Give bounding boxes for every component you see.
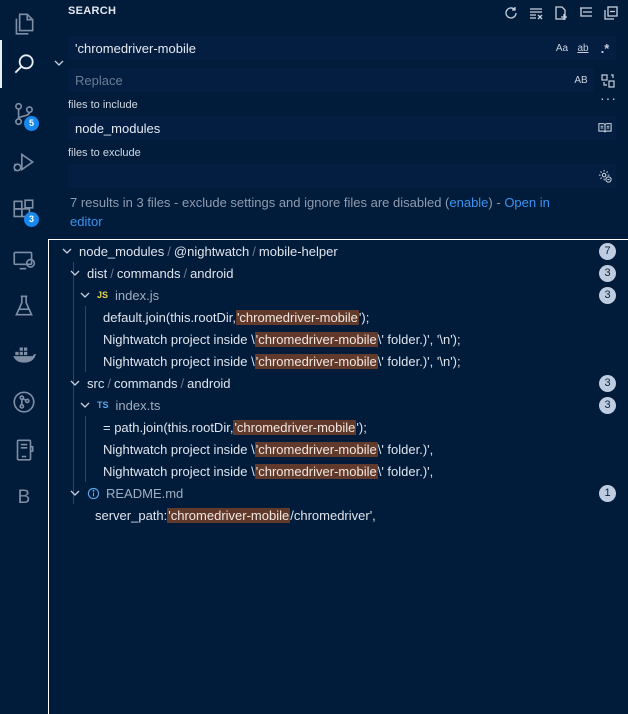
scm-badge: 5 <box>24 116 39 131</box>
docker-button[interactable] <box>0 330 48 378</box>
match-count-badge: 7 <box>599 243 616 260</box>
search-panel: SEARCH 'chromedriver-mobile Aa ab .* Rep… <box>48 0 628 714</box>
include-input[interactable] <box>69 117 589 139</box>
match-highlight: 'chromedriver-mobile <box>233 419 357 435</box>
testing-button[interactable] <box>0 282 48 330</box>
preserve-case-button[interactable]: AB <box>571 71 591 89</box>
typescript-file-icon: TS <box>97 400 109 410</box>
toggle-replace-button[interactable] <box>52 56 66 70</box>
tree-folder-src[interactable]: src / commands / android 3 <box>49 372 628 394</box>
gear-exclude-icon <box>598 169 612 183</box>
chevron-down-icon <box>69 267 81 279</box>
use-exclude-settings-button[interactable] <box>595 167 615 185</box>
replace-field: AB <box>68 68 594 92</box>
match-case-button[interactable]: Aa <box>552 39 572 57</box>
collapse-all-button[interactable] <box>601 3 620 22</box>
replace-all-icon <box>600 73 615 88</box>
search-button[interactable] <box>0 40 48 88</box>
remote-explorer-icon <box>13 251 36 270</box>
source-control-button[interactable]: 5 <box>0 90 48 138</box>
tree-file-index-ts[interactable]: TS index.ts 3 <box>49 394 628 416</box>
search-input[interactable] <box>69 37 539 59</box>
match-count-badge: 3 <box>599 287 616 304</box>
clear-results-button[interactable] <box>526 3 545 22</box>
device-button[interactable] <box>0 426 48 474</box>
git-graph-button[interactable] <box>0 378 48 426</box>
new-search-editor-button[interactable] <box>551 3 570 22</box>
exclude-input[interactable] <box>69 165 589 187</box>
match-highlight: 'chromedriver-mobile <box>254 441 378 457</box>
search-match-row[interactable]: Nightwatch project inside \'chromedriver… <box>49 350 628 372</box>
refresh-icon <box>504 6 517 19</box>
javascript-file-icon: JS <box>97 290 109 300</box>
chevron-down-icon <box>79 289 91 301</box>
chevron-down-icon <box>69 377 81 389</box>
b-extension-button[interactable]: B <box>0 474 48 522</box>
replace-all-button[interactable] <box>598 71 617 90</box>
view-as-tree-button[interactable] <box>576 3 595 22</box>
tree-file-readme[interactable]: README.md 1 <box>49 482 628 504</box>
replace-input[interactable] <box>69 69 549 91</box>
remote-explorer-button[interactable] <box>0 236 48 284</box>
refresh-button[interactable] <box>501 3 520 22</box>
search-match-row[interactable]: default.join(this.rootDir, 'chromedriver… <box>49 306 628 328</box>
search-match-row[interactable]: Nightwatch project inside \'chromedriver… <box>49 328 628 350</box>
search-match-row[interactable]: Nightwatch project inside \'chromedriver… <box>49 438 628 460</box>
book-icon <box>598 123 612 133</box>
files-icon <box>15 13 34 35</box>
tree-folder-root[interactable]: node_modules / @nightwatch / mobile-helper 7 <box>49 240 628 262</box>
b-letter-icon: B <box>17 487 31 508</box>
chevron-down-icon <box>54 60 64 66</box>
results-summary: 7 results in 3 files - exclude settings … <box>70 193 610 231</box>
flask-icon <box>15 295 33 316</box>
match-highlight: 'chromedriver-mobile <box>167 507 291 523</box>
new-file-icon <box>554 5 567 20</box>
extensions-button[interactable]: 3 <box>0 186 48 234</box>
include-field <box>68 116 616 140</box>
match-count-badge: 1 <box>599 485 616 502</box>
summary-text: 7 results in 3 files - exclude settings … <box>70 195 450 210</box>
match-highlight: 'chromedriver-mobile <box>254 331 378 347</box>
results-tree: node_modules / @nightwatch / mobile-helper 7… <box>48 239 628 714</box>
search-open-editors-button[interactable] <box>595 119 615 137</box>
exclude-field <box>68 164 616 188</box>
panel-actions <box>501 3 620 22</box>
search-match-row[interactable]: Nightwatch project inside \'chromedriver… <box>49 460 628 482</box>
info-icon <box>87 487 100 500</box>
chevron-down-icon <box>69 487 81 499</box>
use-regex-button[interactable]: .* <box>595 39 615 57</box>
activity-bar: 5 3 B <box>0 0 48 714</box>
vscode-window: 5 3 B SEARCH 'chromedriver-mobile Aa ab … <box>0 0 628 714</box>
run-debug-icon <box>13 152 35 172</box>
chevron-down-icon <box>61 245 73 257</box>
more-options-icon[interactable]: ··· <box>600 90 617 106</box>
git-graph-icon <box>13 391 35 413</box>
search-match-row[interactable]: = path.join(this.rootDir, 'chromedriver-… <box>49 416 628 438</box>
tree-view-icon <box>579 6 592 17</box>
run-debug-button[interactable] <box>0 138 48 186</box>
summary-middle: ) - <box>488 195 505 210</box>
device-icon <box>16 439 34 461</box>
match-whole-word-button[interactable]: ab <box>573 39 593 57</box>
extensions-badge: 3 <box>24 212 39 227</box>
match-highlight: 'chromedriver-mobile <box>235 309 359 325</box>
search-match-row[interactable]: server_path: 'chromedriver-mobile/chrome… <box>49 504 628 526</box>
match-count-badge: 3 <box>599 265 616 282</box>
search-icon <box>14 54 34 74</box>
clear-all-icon <box>529 7 542 19</box>
chevron-down-icon <box>79 399 91 411</box>
collapse-all-icon <box>603 5 618 20</box>
enable-link[interactable]: enable <box>449 195 488 210</box>
match-highlight: 'chromedriver-mobile <box>254 463 378 479</box>
match-count-badge: 3 <box>599 397 616 414</box>
match-highlight: 'chromedriver-mobile <box>254 353 378 369</box>
docker-icon <box>13 347 36 363</box>
include-label: files to include <box>68 99 138 111</box>
search-field: Aa ab .* <box>68 36 616 60</box>
panel-title: SEARCH <box>68 5 117 17</box>
exclude-label: files to exclude <box>68 147 141 159</box>
tree-folder-dist[interactable]: dist / commands / android 3 <box>49 262 628 284</box>
tree-file-index-js[interactable]: JS index.js 3 <box>49 284 628 306</box>
match-count-badge: 3 <box>599 375 616 392</box>
